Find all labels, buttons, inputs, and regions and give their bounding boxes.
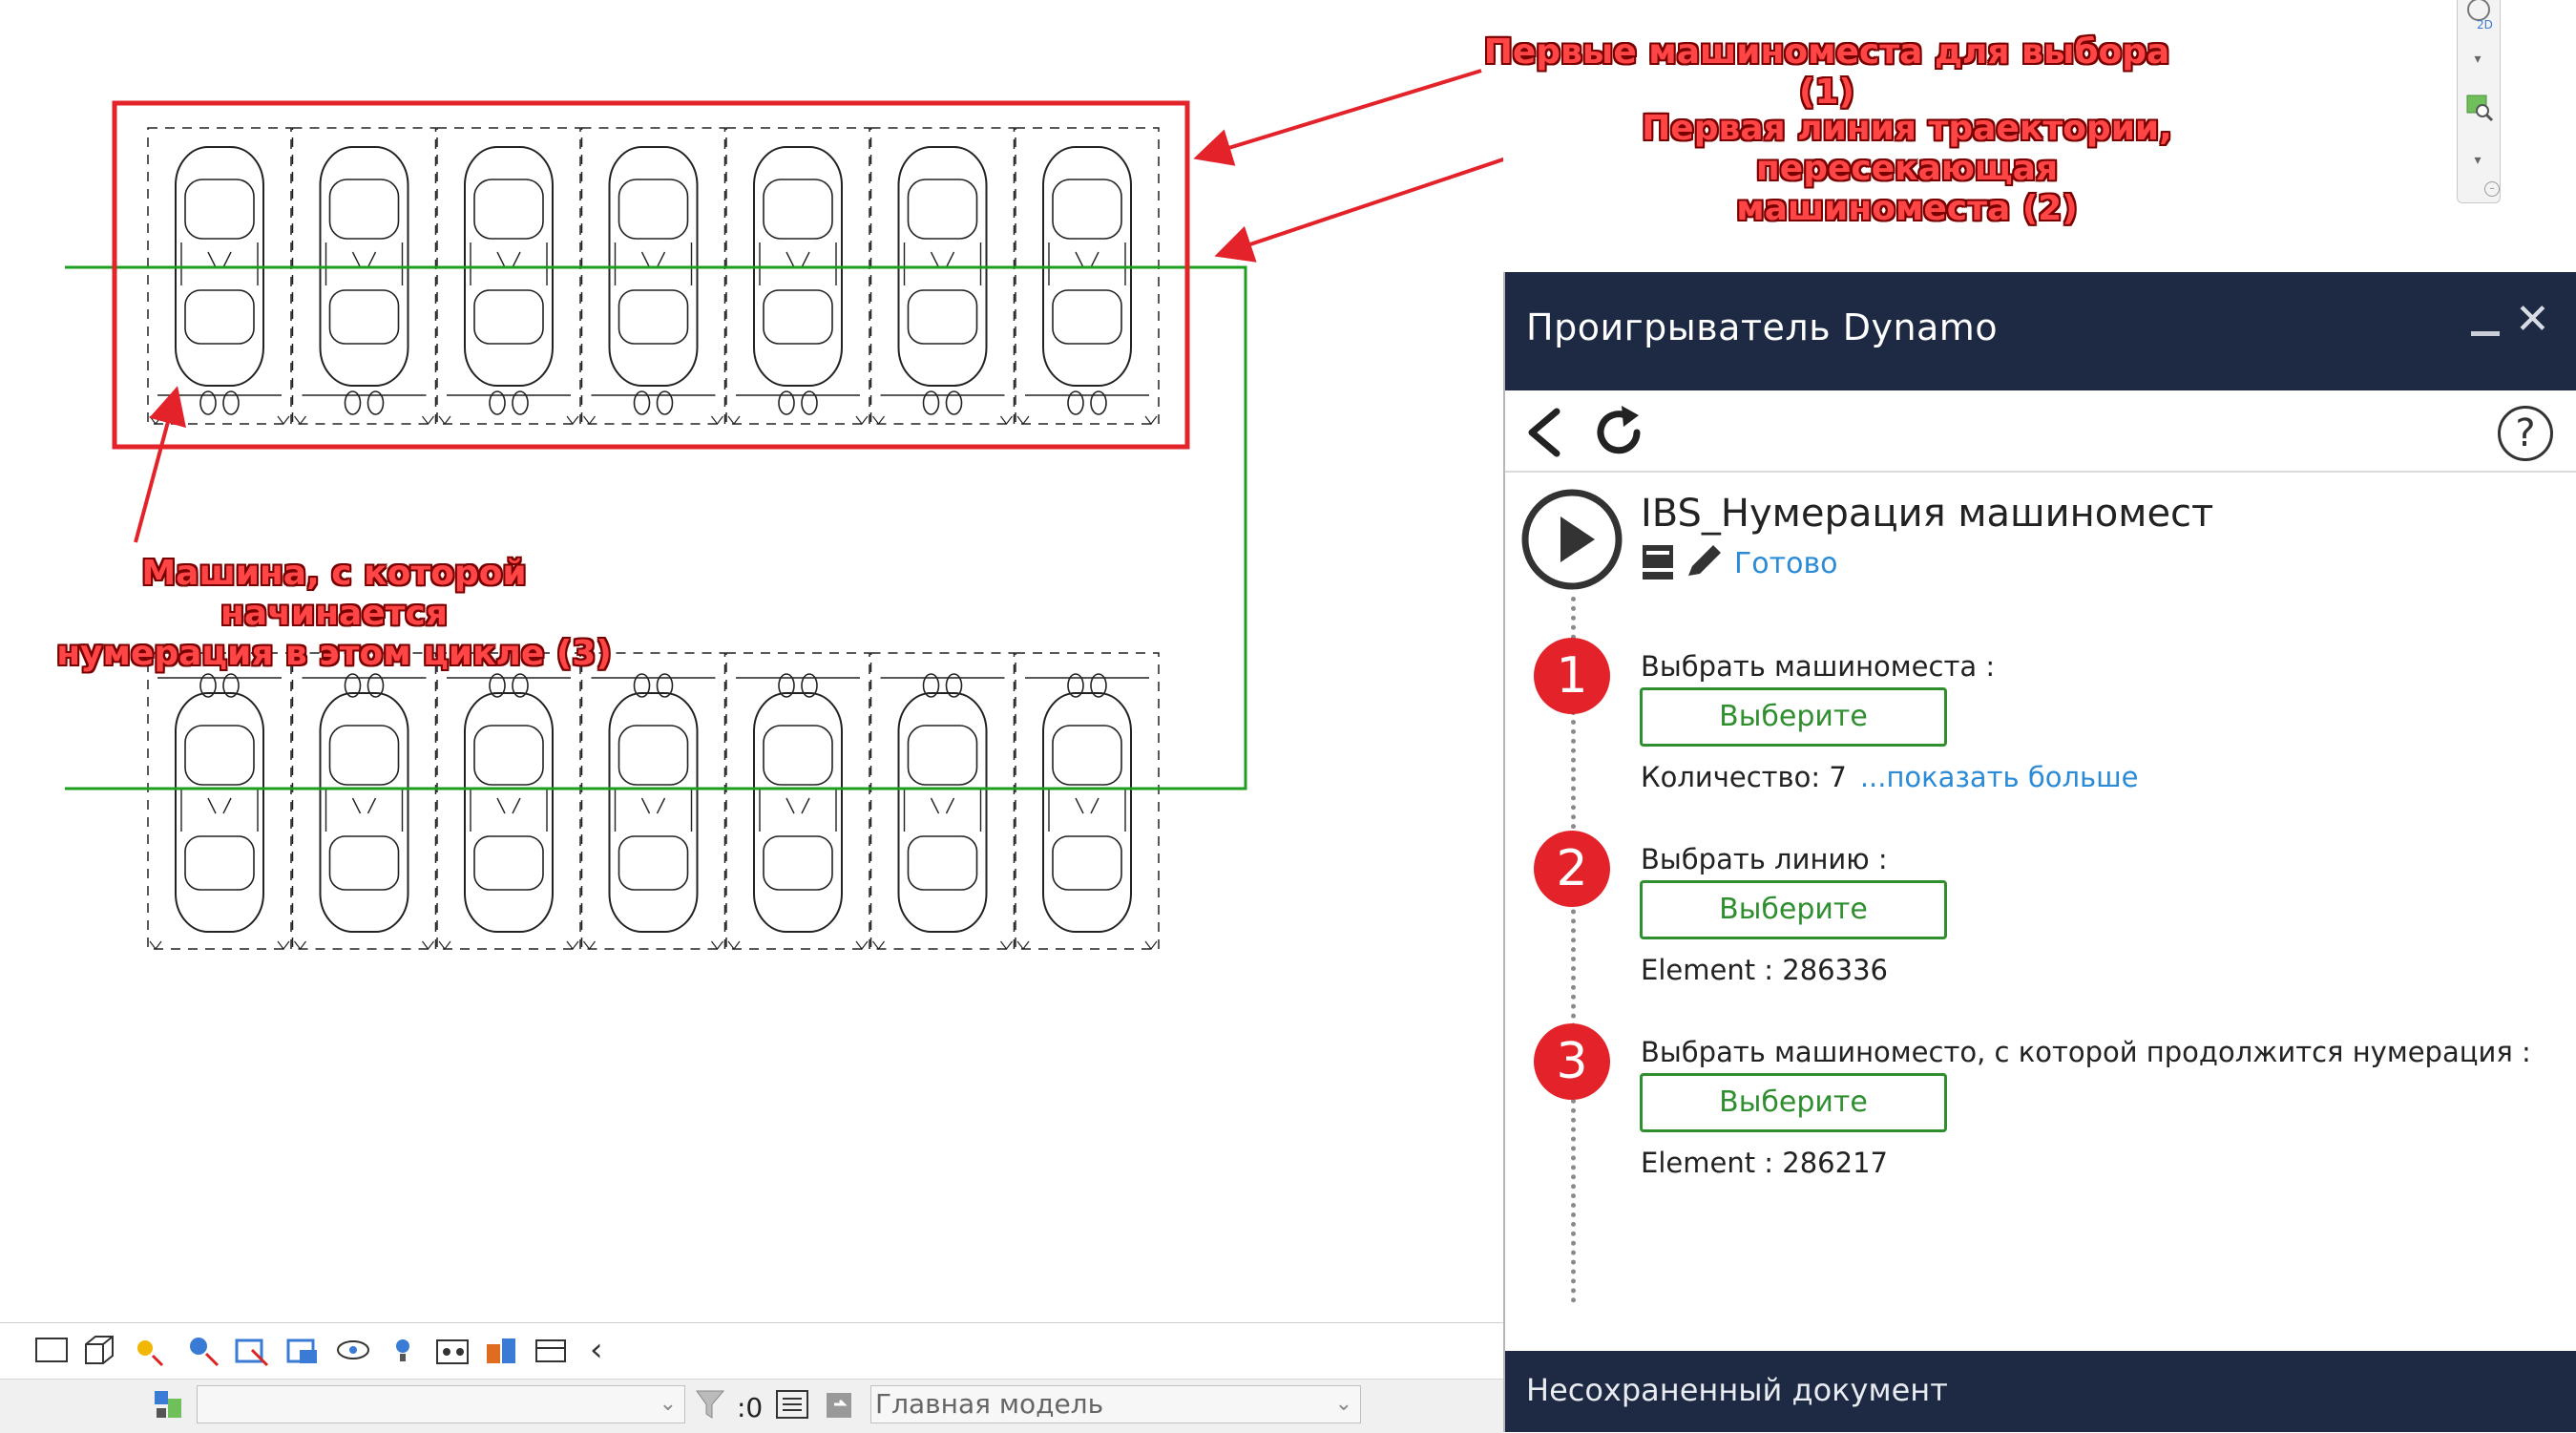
parking-space[interactable] [725,652,870,950]
step-3-info: Element : 286217 [1641,1147,1888,1179]
parking-space[interactable] [436,652,581,950]
sun-path-icon[interactable] [128,1331,166,1369]
document-status: Несохраненный документ [1526,1372,1948,1408]
design-option-value: Главная модель [875,1388,1104,1420]
step-2-badge: 2 [1534,831,1610,907]
script-name: IBS_Нумерация машиномест [1641,492,2214,536]
design-option-dropdown[interactable]: Главная модель ⌄ [870,1385,1361,1423]
nav-2d-badge: 2D [2477,18,2493,31]
worksharing-display-icon[interactable] [483,1331,521,1369]
detail-level-icon[interactable] [80,1331,118,1369]
zoom-icon[interactable] [2463,92,2494,122]
navigation-bar: 2D ▾ ▾ – [2457,0,2501,203]
chevron-down-icon: ⌄ [659,1392,677,1416]
back-icon[interactable] [1518,404,1568,461]
parking-space[interactable] [1015,652,1160,950]
nav-options-icon[interactable]: – [2484,181,2500,197]
refresh-icon[interactable] [1591,404,1648,461]
step-2-label: Выбрать линию : [1641,843,1888,875]
parking-space[interactable] [147,652,292,950]
script-tools [1643,545,1721,580]
step-3-label: Выбрать машиноместо, с которой продолжит… [1641,1036,2531,1068]
steering-wheel-icon[interactable]: 2D [2463,0,2494,31]
annotation-3-line2: нумерация в этом цикле (3) [56,634,612,673]
step-1-badge: 1 [1534,638,1610,714]
annotation-2-line1: Первая линия траектории, пересекающая [1642,109,2172,188]
edit-pencil-icon[interactable] [1688,545,1721,576]
reveal-hidden-icon[interactable] [384,1331,422,1369]
dynamo-footer: Несохраненный документ [1505,1351,2576,1432]
parking-layer [147,127,1160,950]
parking-space[interactable] [580,652,726,950]
chevron-down-icon[interactable]: ▾ [2469,53,2486,66]
annotation-3-line1: Машина, с которой начинается [141,554,527,633]
view-control-bar: ‹ ⌄ :0 Главная модель ⌄ [0,1322,1503,1433]
crop-view-icon[interactable] [233,1331,271,1369]
parking-space[interactable] [869,652,1016,950]
parking-space[interactable] [869,127,1016,425]
collapse-chevron-icon[interactable]: ‹ [590,1331,603,1369]
parking-space[interactable] [1015,127,1160,425]
run-settings-icon[interactable] [1643,545,1673,580]
filter-icon[interactable] [691,1385,729,1423]
scale-icon[interactable] [32,1331,71,1369]
step-2-select-button[interactable]: Выберите [1640,880,1947,939]
arrow-1 [1193,69,1482,166]
annotation-3: Машина, с которой начинается нумерация в… [48,554,620,674]
dynamo-player-panel: Проигрыватель Dynamo ✕ ? IBS_Нумерация м… [1503,272,2576,1432]
dynamo-titlebar: Проигрыватель Dynamo ✕ [1505,272,2576,390]
parking-space[interactable] [291,127,437,425]
step-3-select-button[interactable]: Выберите [1640,1073,1947,1132]
show-more-link[interactable]: ...показать больше [1860,761,2139,793]
help-icon[interactable]: ? [2498,406,2553,461]
worksets-icon[interactable] [149,1385,187,1423]
dynamo-title: Проигрыватель Dynamo [1526,306,1999,348]
step-2-info: Element : 286336 [1641,954,1888,986]
annotation-1: Первые машиноместа для выбора (1) [1483,32,2170,112]
analytical-model-icon[interactable] [533,1331,571,1369]
dynamo-toolbar: ? [1505,390,2576,473]
chevron-down-icon[interactable]: ▾ [2469,154,2486,167]
show-crop-icon[interactable] [284,1331,323,1369]
arrow-3 [134,386,186,543]
step-3-badge: 3 [1534,1023,1610,1100]
chevron-down-icon: ⌄ [1334,1392,1352,1416]
step-1-select-button[interactable]: Выберите [1640,687,1947,747]
status-link[interactable]: Готово [1734,547,1838,580]
properties-list-icon[interactable] [773,1385,811,1423]
parking-space[interactable] [725,127,870,425]
selection-count: :0 [737,1392,764,1423]
arrow-2 [1214,157,1503,263]
step-1-count: Количество: 7 [1641,761,1847,793]
parking-space[interactable] [580,127,726,425]
close-icon[interactable]: ✕ [2515,299,2550,341]
annotation-2-line2: машиноместа (2) [1736,189,2078,228]
step-1-info: Количество: 7 ...показать больше [1641,761,2138,793]
design-options-icon[interactable] [823,1385,861,1423]
annotation-2: Первая линия траектории, пересекающая ма… [1525,109,2289,229]
step-1-label: Выбрать машиноместа : [1641,650,1996,683]
workset-dropdown[interactable]: ⌄ [197,1385,685,1423]
parking-space[interactable] [291,652,437,950]
view-control-row: ‹ [0,1323,1503,1380]
play-icon[interactable] [1520,488,1623,591]
minimize-icon[interactable] [2471,331,2500,336]
shadows-icon[interactable] [183,1331,221,1369]
parking-space[interactable] [436,127,581,425]
parking-space[interactable] [147,127,292,425]
temporary-view-icon[interactable] [433,1331,471,1369]
temporary-hide-icon[interactable] [334,1331,372,1369]
